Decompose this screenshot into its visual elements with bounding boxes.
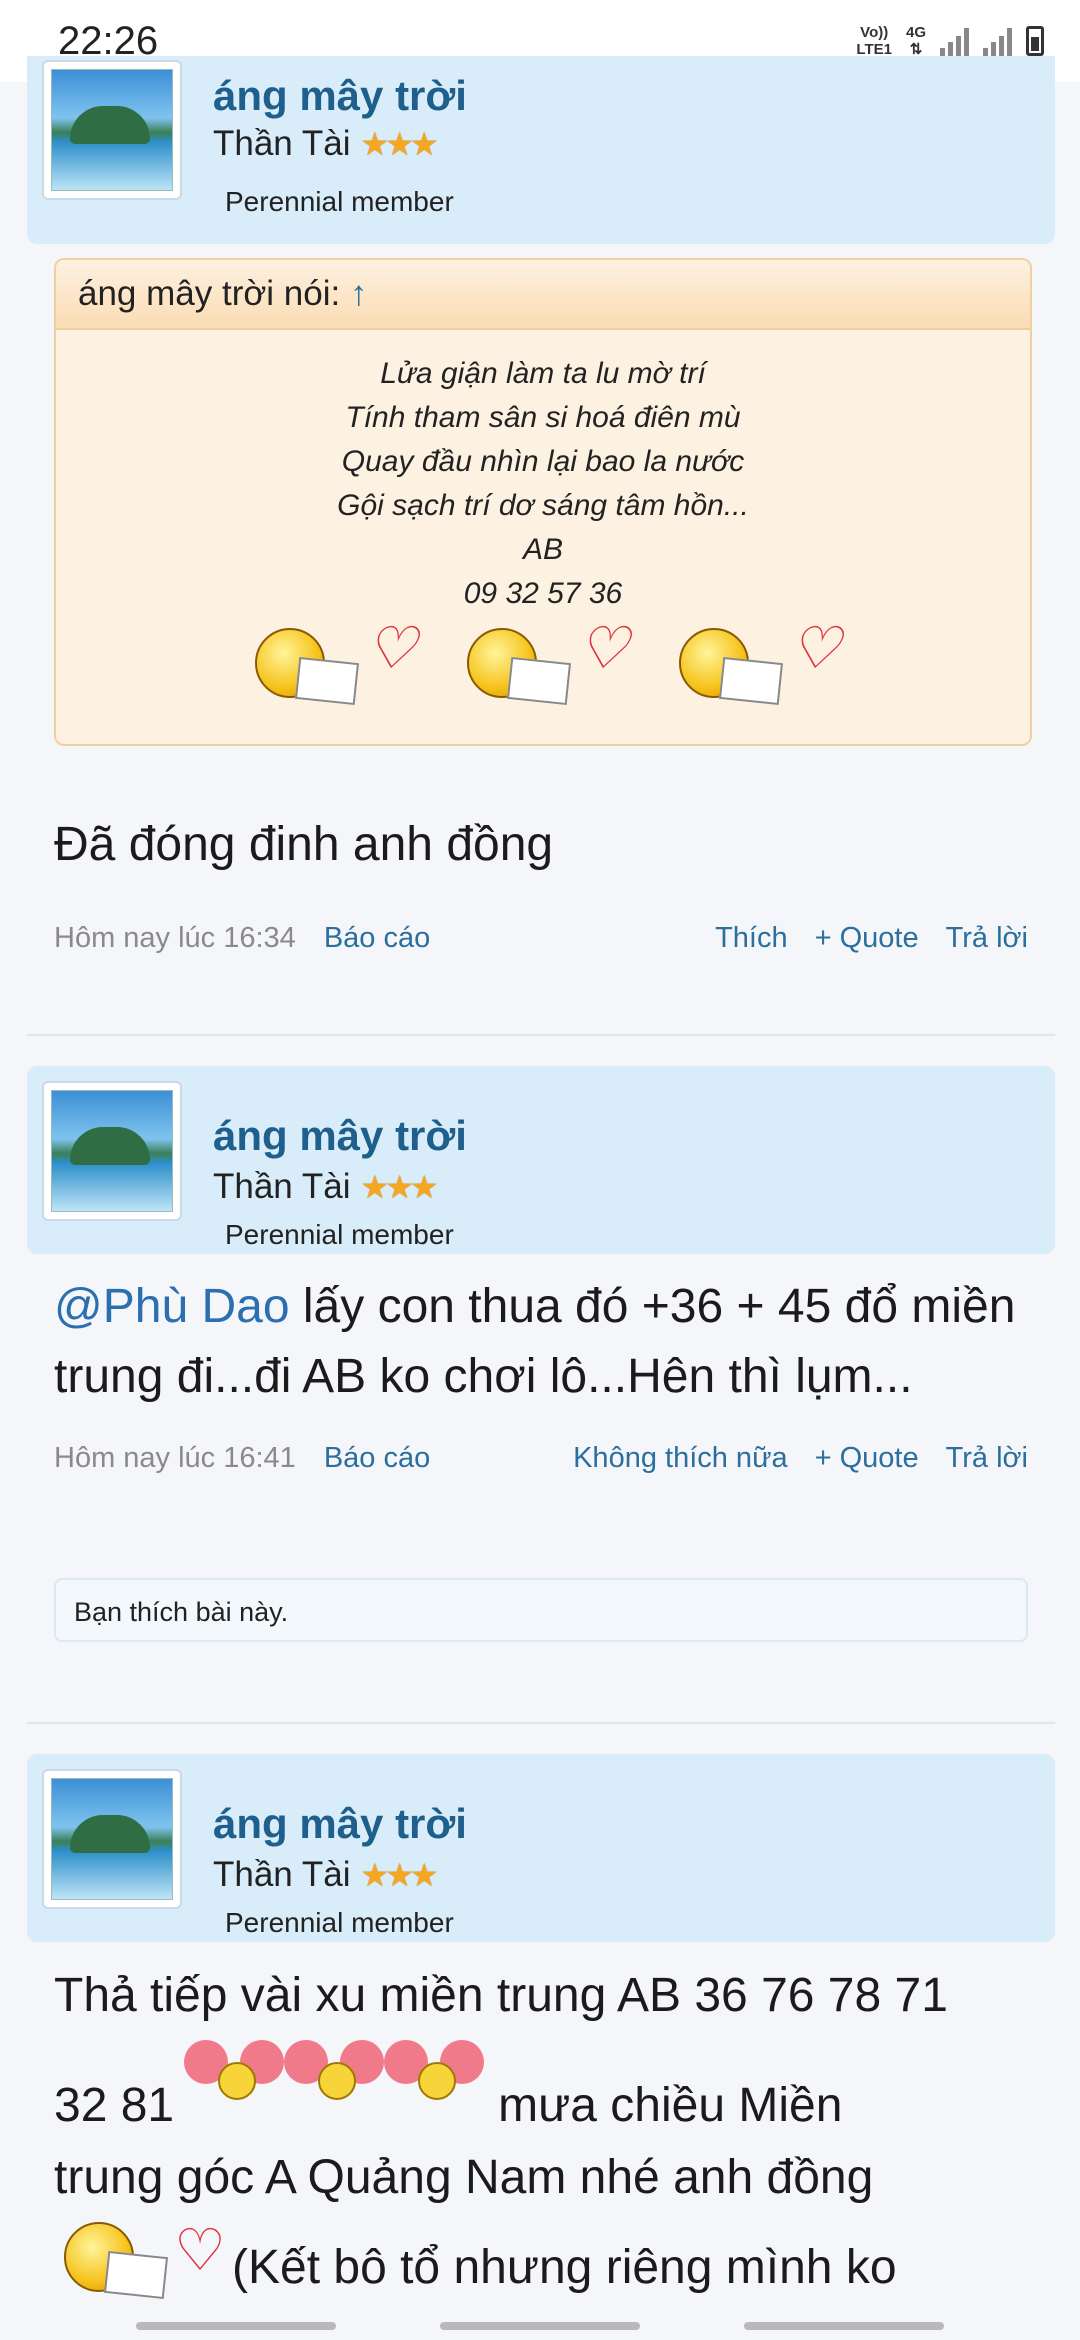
- member-title: Perennial member: [225, 186, 454, 217]
- rank-stars-icon: ★★★: [360, 126, 439, 162]
- avatar[interactable]: [42, 1769, 182, 1909]
- smiley-love-letter-icon: [245, 620, 365, 710]
- report-link[interactable]: Báo cáo: [324, 922, 430, 955]
- avatar[interactable]: [42, 1081, 182, 1221]
- post-2: áng mây trời Thần Tài ★★★ Perennial memb…: [27, 1066, 1055, 1488]
- username[interactable]: áng mây trời: [213, 1112, 467, 1160]
- signal-icon-2: [983, 26, 1012, 56]
- reply-button[interactable]: Trả lời: [946, 922, 1028, 955]
- report-link[interactable]: Báo cáo: [324, 1442, 430, 1475]
- user-rank: Thần Tài ★★★: [213, 124, 439, 163]
- heart-icon: ♡: [365, 616, 417, 681]
- quote-button[interactable]: + Quote: [815, 1442, 919, 1475]
- cheerleader-chick-icon: [184, 2040, 285, 2100]
- gesture-bar-center[interactable]: [440, 2322, 640, 2330]
- cheerleader-chick-icon: [384, 2040, 485, 2100]
- reply-button[interactable]: Trả lời: [946, 1442, 1028, 1475]
- smiley-love-letter-icon: [457, 620, 577, 710]
- quote-button[interactable]: + Quote: [815, 922, 919, 955]
- post-meta: Hôm nay lúc 16:41 Báo cáo Không thích nữ…: [27, 1428, 1055, 1488]
- network-type-icon: 4G ⇅: [905, 24, 926, 58]
- post-1: áng mây trời Thần Tài ★★★ Perennial memb…: [27, 56, 1055, 244]
- user-mention-link[interactable]: @Phù Dao: [54, 1280, 290, 1333]
- cheer-emoticons: [184, 2032, 485, 2100]
- system-icons: Vo)) LTE1 4G ⇅: [856, 24, 1044, 58]
- avatar[interactable]: [42, 60, 182, 200]
- post-meta: Hôm nay lúc 16:34 Báo cáo Thích + Quote …: [27, 908, 1055, 968]
- post-text: Thả tiếp vài xu miền trung AB 36 76 78 7…: [27, 1960, 1055, 2304]
- rank-stars-icon: ★★★: [360, 1857, 439, 1893]
- quote-header: áng mây trời nói: ↑: [56, 260, 1030, 330]
- heart-icon: ♡: [789, 616, 841, 681]
- user-rank: Thần Tài ★★★: [213, 1855, 439, 1894]
- username[interactable]: áng mây trời: [213, 72, 467, 120]
- unlike-button[interactable]: Không thích nữa: [573, 1442, 788, 1475]
- member-title: Perennial member: [225, 1907, 454, 1938]
- heart-icon: ♡: [174, 2218, 226, 2283]
- emoticon-row: ♡ ♡ ♡: [56, 620, 1030, 710]
- post-text: Đã đóng đinh anh đồng: [54, 818, 554, 871]
- post-date[interactable]: Hôm nay lúc 16:41: [54, 1442, 296, 1475]
- smiley-love-letter-icon: [669, 620, 789, 710]
- smiley-love-letter-icon: [54, 2214, 174, 2304]
- post-divider: [27, 1034, 1055, 1036]
- gesture-bar-left: [136, 2322, 336, 2330]
- username[interactable]: áng mây trời: [213, 1800, 467, 1848]
- like-button[interactable]: Thích: [715, 922, 788, 955]
- liked-notice: Bạn thích bài này.: [54, 1578, 1028, 1642]
- post-3: áng mây trời Thần Tài ★★★ Perennial memb…: [27, 1754, 1055, 2304]
- quote-content: Lửa giận làm ta lu mờ trí Tính tham sân …: [56, 330, 1030, 710]
- rank-stars-icon: ★★★: [360, 1169, 439, 1205]
- gesture-bar-right: [744, 2322, 944, 2330]
- post-header: áng mây trời Thần Tài ★★★ Perennial memb…: [27, 1066, 1055, 1254]
- post-1-meta: Hôm nay lúc 16:34 Báo cáo Thích + Quote …: [27, 908, 1055, 968]
- heart-icon: ♡: [577, 616, 629, 681]
- post-date[interactable]: Hôm nay lúc 16:34: [54, 922, 296, 955]
- jump-to-quote-icon[interactable]: ↑: [350, 274, 368, 313]
- post-divider: [27, 1722, 1055, 1724]
- signal-icon: [940, 26, 969, 56]
- user-rank: Thần Tài ★★★: [213, 1167, 439, 1206]
- volte-icon: Vo)) LTE1: [856, 24, 892, 58]
- post-header: áng mây trời Thần Tài ★★★ Perennial memb…: [27, 1754, 1055, 1942]
- cheerleader-chick-icon: [284, 2040, 385, 2100]
- battery-icon: [1026, 26, 1044, 56]
- quote-block: áng mây trời nói: ↑ Lửa giận làm ta lu m…: [54, 258, 1032, 746]
- post-header: áng mây trời Thần Tài ★★★ Perennial memb…: [27, 56, 1055, 244]
- post-1-body: Đã đóng đinh anh đồng: [27, 810, 1055, 880]
- post-text: @Phù Dao lấy con thua đó +36 + 45 đổ miề…: [54, 1280, 1016, 1403]
- member-title: Perennial member: [225, 1219, 454, 1250]
